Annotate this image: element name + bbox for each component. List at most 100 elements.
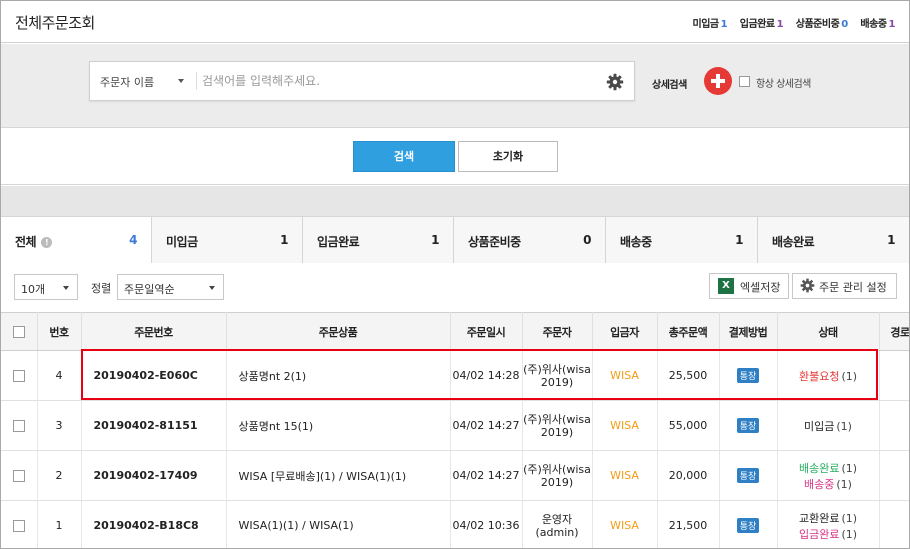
order-number-link[interactable]: 20190402-81151: [81, 400, 227, 451]
sort-select[interactable]: 주문일역순: [117, 274, 224, 300]
orderer-name[interactable]: (주)위사(wisa 2019): [522, 350, 593, 401]
order-settings-button[interactable]: 주문 관리 설정: [792, 273, 897, 299]
select-all-checkbox[interactable]: [12, 326, 25, 338]
order-route: [879, 500, 909, 548]
row-checkbox[interactable]: [12, 420, 25, 432]
excel-save-button[interactable]: X 엑셀저장: [709, 273, 789, 299]
payer-name: WISA: [592, 350, 658, 401]
advanced-search-label: 상세검색: [652, 80, 687, 91]
tab-preparing[interactable]: 상품준비중 0: [453, 217, 605, 263]
summary-unpaid[interactable]: 미입금 1: [693, 19, 728, 30]
orderer-name[interactable]: 운영자(admin): [522, 500, 593, 548]
row-checkbox[interactable]: [12, 370, 25, 382]
table-row[interactable]: 2 20190402-17409 WISA [무료배송](1) / WISA(1…: [1, 450, 909, 501]
table-header-row: 번호 주문번호 주문상품 주문일시 주문자 입금자 총주문액 결제방법 상태 경…: [1, 312, 909, 351]
order-status: 미입금 (1): [777, 400, 880, 451]
action-area: 검색 초기화: [1, 129, 909, 185]
order-date: 04/02 10:36: [450, 500, 523, 548]
list-toolbar: 10개 정렬 주문일역순 X 엑셀저장 주문 관리 설정: [1, 264, 909, 312]
col-header[interactable]: 경로: [879, 312, 909, 351]
chevron-down-icon: [178, 79, 184, 83]
info-icon: !: [41, 237, 53, 248]
tab-delivered[interactable]: 배송완료 1: [757, 217, 909, 263]
row-checkbox[interactable]: [12, 520, 25, 532]
order-product[interactable]: 상품명nt 2(1): [226, 350, 451, 401]
select-all-cell: [1, 312, 38, 351]
order-product[interactable]: 상품명nt 15(1): [226, 400, 451, 451]
col-header[interactable]: 번호: [37, 312, 82, 351]
sort-label: 정렬: [91, 282, 112, 295]
tab-paid[interactable]: 입금완료 1: [302, 217, 453, 263]
search-box: 주문자 이름: [89, 61, 635, 101]
reset-button[interactable]: 초기화: [458, 141, 558, 172]
order-total: 25,500: [657, 350, 720, 401]
chevron-down-icon: [209, 286, 215, 290]
row-number: 4: [37, 350, 82, 401]
search-input[interactable]: [202, 67, 592, 95]
orderer-name[interactable]: (주)위사(wisa 2019): [522, 400, 593, 451]
order-total: 55,000: [657, 400, 720, 451]
always-advanced-label[interactable]: 항상 상세검색: [756, 75, 811, 90]
order-date: 04/02 14:27: [450, 400, 523, 451]
col-header[interactable]: 입금자: [592, 312, 658, 351]
section-divider: [1, 186, 909, 216]
search-divider: [196, 72, 197, 90]
order-total: 20,000: [657, 450, 720, 501]
orders-table: 번호 주문번호 주문상품 주문일시 주문자 입금자 총주문액 결제방법 상태 경…: [1, 312, 909, 548]
table-row[interactable]: 1 20190402-B18C8 WISA(1)(1) / WISA(1) 04…: [1, 500, 909, 548]
payment-method-badge: 통장: [736, 368, 760, 383]
gear-icon[interactable]: [606, 73, 624, 91]
payment-method-badge: 통장: [736, 418, 760, 433]
order-status: 환불요청 (1): [777, 350, 880, 401]
search-button[interactable]: 검색: [353, 141, 455, 172]
search-type-select[interactable]: 주문자 이름: [90, 62, 196, 100]
order-route: [879, 450, 909, 501]
payment-method-badge: 통장: [736, 518, 760, 533]
col-header[interactable]: 결제방법: [719, 312, 778, 351]
row-number: 2: [37, 450, 82, 501]
plus-icon[interactable]: [704, 67, 732, 95]
gear-icon: [800, 278, 815, 293]
order-status: 교환완료 (1) 입금완료 (1): [777, 500, 880, 548]
col-header[interactable]: 주문일시: [450, 312, 523, 351]
row-checkbox[interactable]: [12, 470, 25, 482]
summary-shipping[interactable]: 배송중 1: [860, 19, 895, 30]
tab-unpaid[interactable]: 미입금 1: [151, 217, 302, 263]
col-header[interactable]: 주문자: [522, 312, 593, 351]
order-number-link[interactable]: 20190402-B18C8: [81, 500, 227, 548]
tab-all[interactable]: 전체! 4: [1, 217, 151, 263]
order-total: 21,500: [657, 500, 720, 548]
payer-name: WISA: [592, 500, 658, 548]
row-number: 1: [37, 500, 82, 548]
col-header[interactable]: 상태: [777, 312, 880, 351]
order-route: [879, 400, 909, 451]
page-size-select[interactable]: 10개: [14, 274, 78, 300]
order-number-link[interactable]: 20190402-E060C: [81, 350, 227, 401]
table-row[interactable]: 3 20190402-81151 상품명nt 15(1) 04/02 14:27…: [1, 400, 909, 451]
order-number-link[interactable]: 20190402-17409: [81, 450, 227, 501]
chevron-down-icon: [63, 286, 69, 290]
always-advanced-checkbox[interactable]: [739, 76, 750, 87]
table-row[interactable]: 4 20190402-E060C 상품명nt 2(1) 04/02 14:28 …: [1, 350, 909, 401]
order-status: 배송완료 (1) 배송중 (1): [777, 450, 880, 501]
search-area: 주문자 이름 검색어를 입력해주세요. 상세검색 항상 상세검색: [1, 44, 909, 128]
top-bar: 전체주문조회 미입금 1 입금완료 1 상품준비중 0 배송중 1: [1, 1, 909, 43]
order-date: 04/02 14:28: [450, 350, 523, 401]
orders-table-wrap: 번호 주문번호 주문상품 주문일시 주문자 입금자 총주문액 결제방법 상태 경…: [1, 312, 909, 548]
orderer-name[interactable]: (주)위사(wisa 2019): [522, 450, 593, 501]
order-product[interactable]: WISA [무료배송](1) / WISA(1)(1): [226, 450, 451, 501]
payer-name: WISA: [592, 400, 658, 451]
tab-shipping[interactable]: 배송중 1: [605, 217, 757, 263]
col-header[interactable]: 주문번호: [81, 312, 227, 351]
order-product[interactable]: WISA(1)(1) / WISA(1): [226, 500, 451, 548]
excel-icon: X: [718, 278, 734, 294]
col-header[interactable]: 주문상품: [226, 312, 451, 351]
summary-paid[interactable]: 입금완료 1: [740, 19, 784, 30]
row-number: 3: [37, 400, 82, 451]
col-header[interactable]: 총주문액: [657, 312, 720, 351]
status-tabs: 전체! 4 미입금 1 입금완료 1 상품준비중 0 배송중 1 배송완료 1: [1, 216, 909, 263]
page-title: 전체주문조회: [15, 14, 95, 32]
order-summary: 미입금 1 입금완료 1 상품준비중 0 배송중 1: [683, 15, 896, 30]
summary-preparing[interactable]: 상품준비중 0: [796, 19, 849, 30]
order-route: [879, 350, 909, 401]
